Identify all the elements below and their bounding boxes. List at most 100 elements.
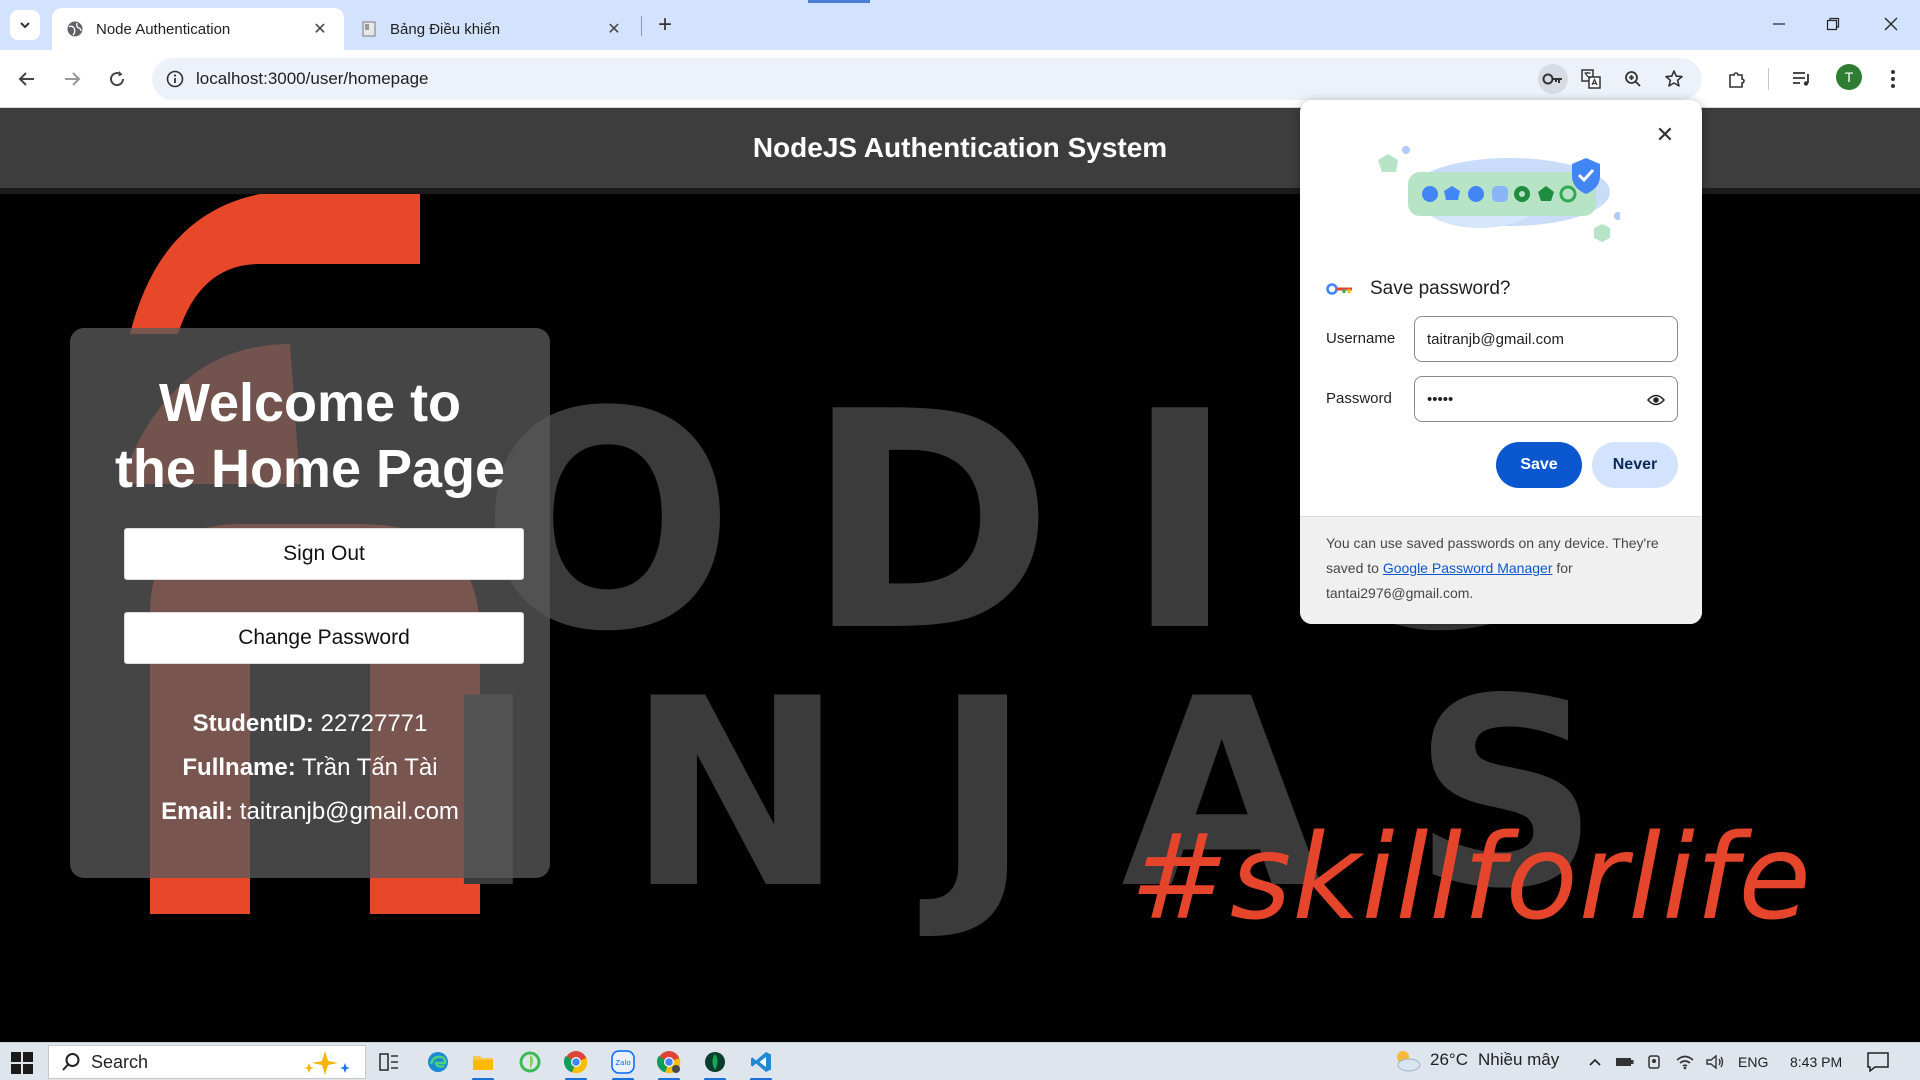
meet-now-icon[interactable]	[1644, 1051, 1666, 1073]
arrow-left-icon	[18, 72, 34, 86]
battery-icon[interactable]	[1614, 1051, 1636, 1073]
chevron-up-icon[interactable]	[1584, 1051, 1606, 1073]
email-value: taitranjb@gmail.com	[239, 798, 459, 825]
leaf-app-icon[interactable]	[515, 1047, 545, 1077]
tab-node-authentication[interactable]: Node Authentication ✕	[52, 8, 344, 50]
site-title: NodeJS Authentication System	[752, 132, 1168, 163]
playlist-icon	[1793, 72, 1809, 86]
reload-icon	[110, 71, 125, 87]
vscode-icon[interactable]	[746, 1047, 776, 1080]
speaker-icon[interactable]	[1704, 1051, 1726, 1073]
search-icon	[62, 1053, 80, 1071]
password-masked-value: •••••	[1427, 390, 1454, 408]
profile-avatar[interactable]: T	[1836, 64, 1862, 90]
eye-icon[interactable]	[1645, 389, 1667, 411]
chevron-down-icon	[20, 22, 30, 29]
sparkle-icon	[304, 1051, 350, 1075]
username-value: taitranjb@gmail.com	[1427, 330, 1564, 348]
bookmark-star-icon[interactable]	[1659, 64, 1689, 94]
tabstrip-progress-hint	[808, 0, 870, 3]
globe-icon	[66, 20, 84, 38]
tagline-text: #skillforlife	[1130, 808, 1812, 946]
fullname-line: Fullname: Trần Tấn Tài	[70, 754, 550, 782]
fullname-label: Fullname:	[182, 754, 296, 781]
forward-button[interactable]	[55, 62, 89, 96]
reload-button[interactable]	[100, 62, 134, 96]
document-icon	[360, 20, 378, 38]
zoom-icon[interactable]	[1618, 64, 1648, 94]
minimize-button[interactable]	[1756, 8, 1802, 40]
dialog-header: Save password?	[1326, 278, 1510, 300]
password-field[interactable]: •••••	[1414, 376, 1678, 422]
kebab-menu-icon	[1891, 70, 1895, 88]
username-label: Username	[1326, 330, 1396, 347]
windows-start-icon[interactable]	[10, 1051, 34, 1075]
tab-title: Bảng Điều khiển	[390, 20, 501, 38]
cloud-sun-icon	[1397, 1051, 1421, 1072]
dialog-footer: You can use saved passwords on any devic…	[1300, 516, 1702, 624]
welcome-card: Welcome to the Home Page Sign Out Change…	[70, 328, 550, 878]
address-bar[interactable]: localhost:3000/user/homepage	[152, 58, 1702, 100]
taskbar-search-box[interactable]: Search	[48, 1045, 366, 1079]
screen: Node Authentication ✕ Bảng Điều khiển ✕ …	[0, 0, 1920, 1080]
language-indicator[interactable]: ENG	[1738, 1054, 1768, 1070]
file-explorer-icon[interactable]	[468, 1047, 498, 1080]
password-key-icon[interactable]	[1538, 64, 1568, 94]
svg-text:Zalo: Zalo	[615, 1059, 630, 1067]
clock[interactable]: 8:43 PM	[1790, 1054, 1842, 1070]
weather-desc: Nhiều mây	[1477, 1050, 1560, 1069]
change-password-button[interactable]: Change Password	[124, 612, 524, 664]
footer-text-2: for	[1556, 560, 1573, 576]
username-field[interactable]: taitranjb@gmail.com	[1414, 316, 1678, 362]
dialog-title: Save password?	[1370, 278, 1511, 299]
never-button[interactable]: Never	[1592, 442, 1678, 488]
save-password-dialog: ✕ Save password? Username taitranjb@gmai…	[1300, 100, 1702, 624]
welcome-title-line1: Welcome to	[158, 373, 462, 433]
zalo-icon[interactable]: Zalo	[608, 1047, 638, 1080]
toolbar-divider	[1768, 68, 1769, 90]
search-placeholder: Search	[91, 1051, 149, 1072]
arrow-right-icon	[65, 72, 81, 86]
extensions-button[interactable]	[1720, 62, 1754, 96]
close-icon[interactable]: ✕	[604, 19, 624, 39]
more-menu-button[interactable]	[1876, 62, 1910, 96]
back-button[interactable]	[10, 62, 44, 96]
key-icon	[1326, 283, 1352, 295]
tab-bang-dieu-khien[interactable]: Bảng Điều khiển ✕	[346, 8, 638, 50]
save-button[interactable]: Save	[1496, 442, 1582, 488]
weather-widget[interactable]: 26°C Nhiều mây	[1392, 1047, 1559, 1073]
translate-icon[interactable]	[1576, 64, 1606, 94]
weather-temp: 26°C	[1430, 1050, 1468, 1069]
notification-icon[interactable]	[1866, 1051, 1890, 1073]
info-icon[interactable]	[162, 66, 188, 92]
wifi-icon[interactable]	[1674, 1051, 1696, 1073]
close-icon[interactable]: ✕	[1652, 122, 1678, 148]
task-view-icon[interactable]	[374, 1047, 404, 1077]
student-id-label: StudentID:	[192, 710, 314, 737]
welcome-title-line2: the Home Page	[114, 439, 506, 499]
fullname-value: Trần Tấn Tài	[301, 754, 438, 781]
mongodb-compass-icon[interactable]	[700, 1047, 730, 1080]
url-text: localhost:3000/user/homepage	[196, 69, 429, 88]
browser-tabstrip: Node Authentication ✕ Bảng Điều khiển ✕ …	[0, 0, 1920, 50]
edge-browser-icon[interactable]	[423, 1047, 453, 1077]
password-illustration	[1378, 146, 1620, 242]
close-icon[interactable]: ✕	[310, 19, 330, 39]
restore-button[interactable]	[1810, 8, 1856, 40]
password-manager-link[interactable]: Google Password Manager	[1383, 560, 1553, 576]
tab-title: Node Authentication	[96, 20, 231, 38]
tab-search-button[interactable]	[10, 10, 40, 40]
puzzle-icon	[1729, 72, 1745, 88]
student-id-value: 22727771	[320, 710, 428, 737]
orange-c-shape	[130, 194, 420, 334]
welcome-title: Welcome to the Home Page	[70, 370, 550, 502]
sign-out-button[interactable]: Sign Out	[124, 528, 524, 580]
taskbar: Search Zalo 26°C Nhiều mây ENG 8:43 PM	[0, 1042, 1920, 1080]
chrome-profile-icon[interactable]	[654, 1047, 684, 1080]
password-label: Password	[1326, 390, 1392, 407]
chrome-icon[interactable]	[561, 1047, 591, 1080]
close-window-button[interactable]	[1868, 8, 1914, 40]
new-tab-button[interactable]: +	[650, 10, 680, 40]
media-controls-button[interactable]	[1785, 62, 1819, 96]
email-line: Email: taitranjb@gmail.com	[70, 798, 550, 826]
